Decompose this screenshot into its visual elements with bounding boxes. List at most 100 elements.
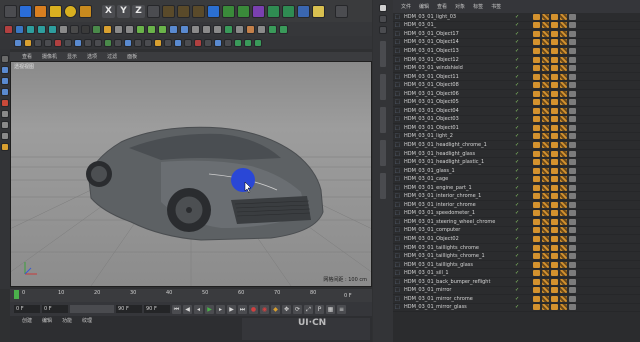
phong-tag-icon[interactable] <box>569 304 576 311</box>
texture-tag-icon[interactable] <box>542 253 549 260</box>
material-tag-icon[interactable] <box>533 227 540 234</box>
phong-tag-icon[interactable] <box>569 295 576 302</box>
material-tag-icon[interactable] <box>551 39 558 46</box>
phong-tag-icon[interactable] <box>569 278 576 285</box>
frame-range-slider[interactable] <box>70 305 114 313</box>
viewport-menu-camera[interactable]: 摄像机 <box>42 53 57 60</box>
visibility-toggle-icon[interactable]: ✓ <box>515 287 523 293</box>
material-tag-icon[interactable] <box>551 107 558 114</box>
phong-tag-icon[interactable] <box>569 124 576 131</box>
phong-tag-icon[interactable] <box>569 176 576 183</box>
visibility-toggle-icon[interactable]: ✓ <box>515 99 523 105</box>
object-row[interactable]: ⬚ HDM_03_01_Object14 ✓ <box>393 39 640 48</box>
phong-tag-icon[interactable] <box>569 253 576 260</box>
tool-l-icon[interactable] <box>124 38 132 47</box>
texture-tag-icon[interactable] <box>560 65 567 72</box>
points-mode-icon[interactable] <box>1 66 9 74</box>
axis-icon[interactable] <box>202 24 211 34</box>
mode-texture-icon[interactable] <box>15 24 24 34</box>
material-tag-icon[interactable] <box>533 116 540 123</box>
structure-tab[interactable] <box>380 107 386 133</box>
object-row[interactable]: ⬚ HDM_03_01_sill_1 ✓ <box>393 269 640 278</box>
visibility-toggle-icon[interactable]: ✓ <box>515 202 523 208</box>
prev-key-icon[interactable]: ◀ <box>183 304 192 314</box>
material-tag-icon[interactable] <box>533 176 540 183</box>
material-tag-icon[interactable] <box>533 278 540 285</box>
material-tag-icon[interactable] <box>533 90 540 97</box>
texture-tag-icon[interactable] <box>542 73 549 80</box>
texture-tag-icon[interactable] <box>560 210 567 217</box>
render-view-icon[interactable] <box>162 4 175 18</box>
texture-tag-icon[interactable] <box>542 201 549 208</box>
next-frame-icon[interactable]: ▸ <box>216 304 225 314</box>
texture-tag-icon[interactable] <box>542 176 549 183</box>
material-tag-icon[interactable] <box>551 270 558 277</box>
object-row[interactable]: ⬚ HDM_03_01_headlight_glass ✓ <box>393 150 640 159</box>
tool-b-icon[interactable] <box>24 38 32 47</box>
texture-tag-icon[interactable] <box>542 210 549 217</box>
phong-tag-icon[interactable] <box>569 133 576 140</box>
texture-tag-icon[interactable] <box>560 278 567 285</box>
phong-tag-icon[interactable] <box>569 90 576 97</box>
texture-tag-icon[interactable] <box>560 141 567 148</box>
visibility-toggle-icon[interactable]: ✓ <box>515 14 523 20</box>
close-icon[interactable] <box>379 4 387 12</box>
object-row[interactable]: ⬚ HDM_03_01_speedometer_1 ✓ <box>393 210 640 219</box>
tool-i-icon[interactable] <box>94 38 102 47</box>
material-tag-icon[interactable] <box>551 295 558 302</box>
next-key-icon[interactable]: ▶ <box>227 304 236 314</box>
attributes-tab[interactable] <box>380 173 386 199</box>
tool-w-icon[interactable] <box>234 38 242 47</box>
object-name[interactable]: HDM_03_01_back_bumper_reflight <box>404 279 522 285</box>
tool-g-icon[interactable] <box>74 38 82 47</box>
object-row[interactable]: ⬚ HDM_03_01_Object06 ✓ <box>393 90 640 99</box>
preview-end-field[interactable]: 90 F <box>144 305 170 313</box>
texture-tag-icon[interactable] <box>560 227 567 234</box>
object-name[interactable]: HDM_03_01_light_2 <box>404 133 522 139</box>
object-name[interactable]: HDM_03_01_headlight_chrome_1 <box>404 142 522 148</box>
object-row[interactable]: ⬚ HDM_03_01_Object13 ✓ <box>393 47 640 56</box>
record-icon[interactable]: ● <box>249 304 258 314</box>
phong-tag-icon[interactable] <box>569 150 576 157</box>
material-tag-icon[interactable] <box>551 133 558 140</box>
texture-tag-icon[interactable] <box>560 22 567 29</box>
om-menu-view[interactable]: 查看 <box>437 3 447 10</box>
om-menu-objects[interactable]: 对象 <box>455 3 465 10</box>
object-row[interactable]: ⬚ HDM_03_01_light_2 ✓ <box>393 133 640 142</box>
object-name[interactable]: HDM_03_01_glass_1 <box>404 168 522 174</box>
material-tag-icon[interactable] <box>551 201 558 208</box>
object-name[interactable]: HDM_03_01_Object08 <box>404 82 522 88</box>
object-row[interactable]: ⬚ HDM_03_01_interior_chrome_1 ✓ <box>393 192 640 202</box>
material-tag-icon[interactable] <box>533 82 540 89</box>
visibility-toggle-icon[interactable]: ✓ <box>515 57 523 63</box>
material-tag-icon[interactable] <box>533 184 540 191</box>
material-tag-icon[interactable] <box>533 133 540 140</box>
object-name[interactable]: HDM_03_01_Object11 <box>404 74 522 80</box>
material-tag-icon[interactable] <box>533 235 540 242</box>
om-menu-edit[interactable]: 编辑 <box>419 3 429 10</box>
object-name[interactable]: HDM_03_01_Object12 <box>404 57 522 63</box>
material-tag-icon[interactable] <box>551 253 558 260</box>
tool-h-icon[interactable] <box>84 38 92 47</box>
material-tag-icon[interactable] <box>551 261 558 268</box>
material-tag-icon[interactable] <box>533 167 540 174</box>
visibility-toggle-icon[interactable]: ✓ <box>515 39 523 45</box>
param-key-icon[interactable]: P <box>315 304 324 314</box>
object-row[interactable]: ⬚ HDM_03_01_Object01 ✓ <box>393 124 640 133</box>
texture-tag-icon[interactable] <box>542 82 549 89</box>
object-row[interactable]: ⬚ HDM_03_01_Object11 ✓ <box>393 73 640 82</box>
visibility-toggle-icon[interactable]: ✓ <box>515 91 523 97</box>
texture-tag-icon[interactable] <box>560 39 567 46</box>
rotation-key-icon[interactable]: ⟳ <box>293 304 302 314</box>
object-row[interactable]: ⬚ HDM_03_01_headlight_chrome_1 ✓ <box>393 141 640 150</box>
visibility-toggle-icon[interactable]: ✓ <box>515 168 523 174</box>
texture-tag-icon[interactable] <box>560 261 567 268</box>
move-icon[interactable] <box>34 4 47 18</box>
object-name[interactable]: HDM_03_01_sill_1 <box>404 270 522 276</box>
visibility-toggle-icon[interactable]: ✓ <box>515 159 523 165</box>
texture-tag-icon[interactable] <box>542 150 549 157</box>
grid-icon[interactable] <box>213 24 222 34</box>
rotate-icon[interactable] <box>64 4 77 18</box>
texture-tag-icon[interactable] <box>542 107 549 114</box>
object-name[interactable]: HDM_03_01_speedometer_1 <box>404 210 522 216</box>
